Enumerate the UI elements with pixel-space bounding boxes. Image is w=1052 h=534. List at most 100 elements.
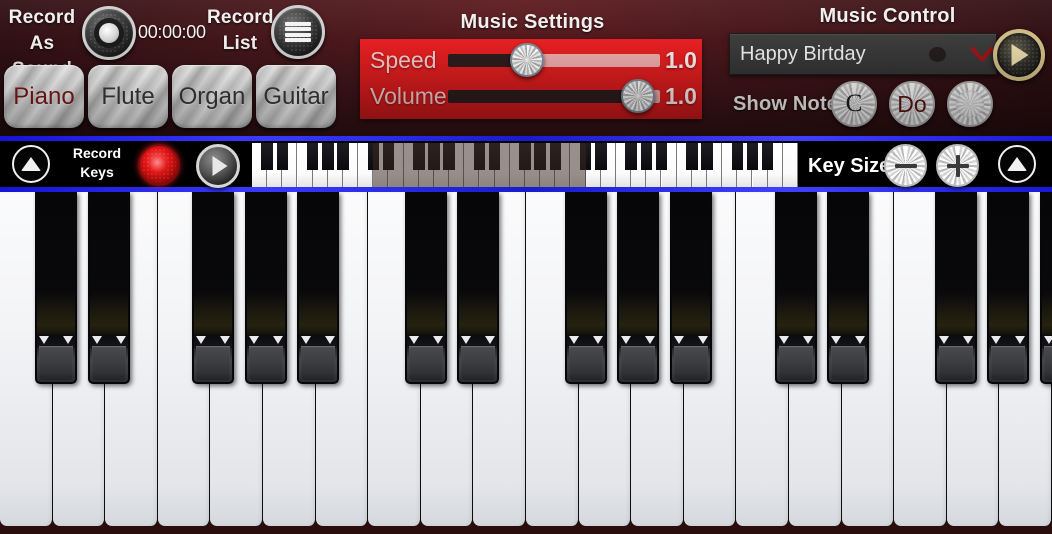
- mini-black-key[interactable]: [579, 143, 592, 170]
- record-as-sound-button[interactable]: [82, 6, 136, 60]
- record-keys-label: Record Keys: [66, 144, 128, 182]
- top-control-panel: Record As Sound 00:00:00 Record List Pia…: [0, 0, 1052, 136]
- piano-black-key[interactable]: [617, 192, 659, 384]
- piano-black-key[interactable]: [1040, 192, 1052, 384]
- mini-black-key[interactable]: [746, 143, 759, 170]
- mini-black-key[interactable]: [761, 143, 774, 170]
- mini-black-key[interactable]: [549, 143, 562, 170]
- record-dot-icon: [150, 156, 168, 174]
- mini-black-key[interactable]: [413, 143, 425, 170]
- piano-black-key[interactable]: [192, 192, 234, 384]
- black-key-gloss: [249, 346, 283, 380]
- triangle-up-icon: [21, 157, 41, 171]
- dropdown-dot-icon: [929, 46, 946, 62]
- show-notes-button-do[interactable]: Do: [889, 81, 935, 127]
- piano-black-key[interactable]: [670, 192, 712, 384]
- black-key-gloss: [991, 346, 1025, 380]
- instrument-button-guitar[interactable]: Guitar: [256, 65, 336, 128]
- piano-black-key[interactable]: [405, 192, 447, 384]
- key-size-increase-button[interactable]: [936, 144, 979, 187]
- instrument-button-piano[interactable]: Piano: [4, 65, 84, 128]
- collapse-panel-left-button[interactable]: [12, 145, 50, 183]
- black-key-gloss: [301, 346, 335, 380]
- black-key-gloss: [621, 346, 655, 380]
- black-key-gloss: [196, 346, 230, 380]
- list-icon: [285, 22, 311, 42]
- song-select-dropdown[interactable]: Happy Birtday: [729, 33, 997, 75]
- mini-black-key[interactable]: [322, 143, 334, 170]
- key-size-label: Key Size: [808, 155, 891, 177]
- black-key-gloss: [461, 346, 495, 380]
- instrument-button-organ[interactable]: Organ: [172, 65, 252, 128]
- key-size-decrease-button[interactable]: [884, 144, 927, 187]
- piano-black-key[interactable]: [987, 192, 1029, 384]
- black-key-gloss: [939, 346, 973, 380]
- record-list-button[interactable]: [271, 5, 325, 59]
- play-song-button[interactable]: [993, 29, 1045, 81]
- black-key-gloss: [39, 346, 73, 380]
- show-notes-button-c[interactable]: C: [831, 81, 877, 127]
- piano-black-key[interactable]: [88, 192, 130, 384]
- chevron-down-icon[interactable]: [968, 47, 996, 61]
- mini-black-key[interactable]: [488, 143, 501, 170]
- mini-black-key[interactable]: [519, 143, 531, 170]
- selected-song-label: Happy Birtday: [740, 42, 866, 65]
- speed-value: 1.0: [665, 46, 697, 73]
- triangle-up-icon: [1007, 157, 1027, 171]
- record-as-sound-label-line1: Record: [8, 7, 76, 28]
- mini-black-key[interactable]: [595, 143, 607, 170]
- record-keys-label-line1: Record: [72, 145, 122, 161]
- music-settings-panel: Speed 1.0 Volume 1.0: [360, 39, 702, 119]
- mini-black-key[interactable]: [276, 143, 289, 170]
- piano-black-key[interactable]: [245, 192, 287, 384]
- piano-black-key[interactable]: [827, 192, 869, 384]
- mini-black-key[interactable]: [443, 143, 455, 170]
- show-notes-button-off[interactable]: [947, 81, 993, 127]
- record-list-label: Record List: [207, 5, 273, 57]
- mini-black-key[interactable]: [686, 143, 698, 170]
- mini-black-key[interactable]: [367, 143, 380, 170]
- mini-white-key[interactable]: [782, 143, 798, 187]
- play-keys-button[interactable]: [196, 144, 240, 188]
- collapse-panel-right-button[interactable]: [998, 145, 1036, 183]
- speed-slider-remaining: [527, 54, 660, 67]
- piano-keyboard[interactable]: [0, 192, 1052, 534]
- piano-black-key[interactable]: [35, 192, 77, 384]
- mini-black-key[interactable]: [655, 143, 668, 170]
- mini-black-key[interactable]: [382, 143, 395, 170]
- mini-keyboard-navigator[interactable]: [252, 143, 798, 187]
- mini-black-key[interactable]: [473, 143, 486, 170]
- speed-slider-track: [448, 54, 660, 67]
- mini-black-key[interactable]: [625, 143, 637, 170]
- mini-black-key[interactable]: [337, 143, 349, 170]
- speed-slider[interactable]: [448, 43, 660, 77]
- instrument-selector: Piano Flute Organ Guitar: [4, 65, 336, 128]
- piano-black-key[interactable]: [935, 192, 977, 384]
- mini-black-key[interactable]: [306, 143, 319, 170]
- black-key-gloss: [409, 346, 443, 380]
- mini-black-key[interactable]: [534, 143, 546, 170]
- piano-black-key[interactable]: [565, 192, 607, 384]
- mini-black-key[interactable]: [731, 143, 744, 170]
- instrument-button-flute[interactable]: Flute: [88, 65, 168, 128]
- music-settings-title: Music Settings: [460, 11, 605, 33]
- speed-label: Speed: [370, 46, 437, 73]
- volume-value: 1.0: [665, 82, 697, 109]
- volume-slider-thumb[interactable]: [620, 79, 655, 113]
- mini-black-key[interactable]: [701, 143, 713, 170]
- mini-black-key[interactable]: [428, 143, 440, 170]
- piano-black-key[interactable]: [297, 192, 339, 384]
- speed-slider-row: Speed 1.0: [360, 43, 702, 77]
- piano-black-key[interactable]: [457, 192, 499, 384]
- record-list-label-line2: List: [222, 33, 258, 54]
- record-keys-button[interactable]: [138, 144, 180, 186]
- mini-black-key[interactable]: [640, 143, 653, 170]
- mini-black-key[interactable]: [261, 143, 273, 170]
- play-triangle-icon: [1011, 44, 1029, 66]
- piano-app-window: Record As Sound 00:00:00 Record List Pia…: [0, 0, 1052, 534]
- keyboard-toolbar: Record Keys Key Size: [0, 136, 1052, 192]
- volume-slider[interactable]: [448, 79, 660, 113]
- speed-slider-thumb[interactable]: [510, 43, 545, 77]
- piano-black-key[interactable]: [775, 192, 817, 384]
- music-control-title: Music Control: [819, 5, 956, 27]
